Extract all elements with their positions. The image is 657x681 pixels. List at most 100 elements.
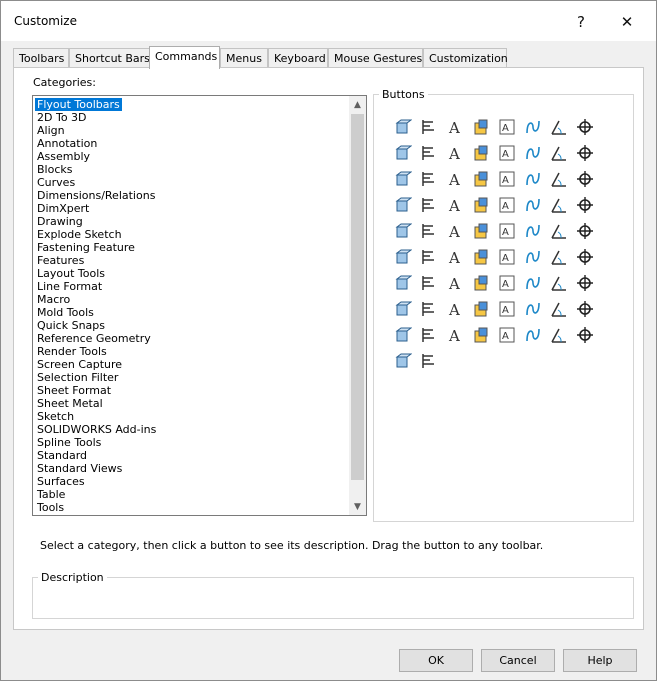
ellipse-icon[interactable] [522, 246, 544, 268]
arc-icon[interactable]: A [496, 246, 518, 268]
red-cube-icon[interactable] [392, 194, 414, 216]
scroll-up-icon[interactable]: ▲ [349, 96, 366, 113]
blue-cube-icon[interactable] [548, 324, 570, 346]
check-x-icon[interactable]: A [444, 324, 466, 346]
explode-icon[interactable] [418, 272, 440, 294]
buildings-icon[interactable] [418, 350, 440, 372]
tab-commands[interactable]: Commands [149, 46, 220, 69]
tab-mouse-gestures[interactable]: Mouse Gestures [328, 48, 423, 68]
insert-block-icon[interactable] [418, 142, 440, 164]
import-icon[interactable] [470, 220, 492, 242]
list-item[interactable]: Curves [35, 176, 77, 189]
text-aaa-icon[interactable] [392, 324, 414, 346]
scroll-thumb[interactable] [351, 114, 364, 480]
folder-part-icon[interactable] [470, 298, 492, 320]
ok-button[interactable]: OK [399, 649, 473, 672]
list-item[interactable]: Flyout Toolbars [35, 98, 122, 111]
hole-icon[interactable] [574, 142, 596, 164]
list-item[interactable]: Assembly [35, 150, 92, 163]
cube-view-icon[interactable]: A [444, 142, 466, 164]
help-button[interactable]: Help [563, 649, 637, 672]
sheet-corner-icon[interactable] [574, 168, 596, 190]
save-icon[interactable]: A [496, 220, 518, 242]
document-image-icon[interactable] [470, 168, 492, 190]
crosshair-icon[interactable] [574, 116, 596, 138]
cube-outline-icon[interactable] [392, 272, 414, 294]
list-item[interactable]: Reference Geometry [35, 332, 153, 345]
pattern-grid-icon[interactable]: A [496, 298, 518, 320]
list-item[interactable]: Quick Snaps [35, 319, 107, 332]
stack-icon[interactable] [470, 142, 492, 164]
help-title-button[interactable]: ? [564, 9, 598, 35]
dimension-arrow-icon[interactable] [392, 350, 414, 372]
tab-shortcut-bars[interactable]: Shortcut Bars [69, 48, 150, 68]
list-item[interactable]: Explode Sketch [35, 228, 124, 241]
open-file-icon[interactable] [418, 220, 440, 242]
fillet-icon[interactable] [574, 246, 596, 268]
list-item[interactable]: Sheet Metal [35, 397, 105, 410]
scroll-down-icon[interactable]: ▼ [349, 498, 366, 515]
flyout-3d-cube-icon[interactable] [392, 116, 414, 138]
colored-cube-icon[interactable] [470, 116, 492, 138]
list-item[interactable]: Align [35, 124, 67, 137]
list-item[interactable]: Annotation [35, 137, 99, 150]
tab-menus[interactable]: Menus [220, 48, 268, 68]
color-bars-icon[interactable] [522, 142, 544, 164]
gear-icon[interactable] [548, 220, 570, 242]
page-icon[interactable]: A [444, 220, 466, 242]
part-icon[interactable] [548, 272, 570, 294]
categories-listbox[interactable]: Flyout Toolbars 2D To 3D Align Annotatio… [32, 95, 367, 516]
move-arrow-icon[interactable]: A [444, 272, 466, 294]
grid-table-icon[interactable] [548, 194, 570, 216]
list-item[interactable]: Surfaces [35, 475, 87, 488]
list-item[interactable]: 2D To 3D [35, 111, 89, 124]
mold-icon[interactable] [522, 298, 544, 320]
circle-dot-icon[interactable] [392, 168, 414, 190]
monitor-icon[interactable] [418, 324, 440, 346]
point-axis-icon[interactable]: A [496, 272, 518, 294]
bend-icon[interactable]: A [444, 298, 466, 320]
list-item[interactable]: Fastening Feature [35, 241, 137, 254]
tab-keyboard[interactable]: Keyboard [268, 48, 328, 68]
list-item[interactable]: Line Format [35, 280, 104, 293]
list-item[interactable]: Standard [35, 449, 89, 462]
note-icon[interactable]: A [496, 116, 518, 138]
text-style-icon[interactable]: A [444, 116, 466, 138]
list-item[interactable]: DimXpert [35, 202, 91, 215]
curve-icon[interactable] [522, 116, 544, 138]
list-item[interactable]: Sheet Format [35, 384, 113, 397]
bolt-icon[interactable] [548, 298, 570, 320]
circle-icon[interactable] [470, 246, 492, 268]
align-left-icon[interactable] [418, 116, 440, 138]
list-item[interactable]: Tools [35, 501, 66, 514]
list-item[interactable]: SOLIDWORKS Add-ins [35, 423, 158, 436]
plane-icon[interactable]: A [496, 142, 518, 164]
list-item[interactable]: Table [35, 488, 67, 501]
tab-customization[interactable]: Customization [423, 48, 508, 68]
list-item[interactable]: Screen Capture [35, 358, 124, 371]
line-icon[interactable] [392, 246, 414, 268]
paste-icon[interactable] [470, 194, 492, 216]
document-arrow-icon[interactable] [548, 142, 570, 164]
swap-arrows-icon[interactable] [574, 298, 596, 320]
list-item[interactable]: Features [35, 254, 86, 267]
rectangle-icon[interactable] [418, 246, 440, 268]
close-button[interactable]: ✕ [610, 9, 644, 35]
vertical-scrollbar[interactable]: ▲ ▼ [349, 96, 366, 515]
layered-cube-icon[interactable]: A [496, 324, 518, 346]
open-folder-icon[interactable]: A [496, 194, 518, 216]
list-item[interactable]: Sketch [35, 410, 76, 423]
blank-page-icon[interactable]: A [444, 194, 466, 216]
linear-pattern-icon[interactable] [418, 298, 440, 320]
fastener-icon[interactable] [470, 324, 492, 346]
cancel-button[interactable]: Cancel [481, 649, 555, 672]
list-item[interactable]: Drawing [35, 215, 85, 228]
save-block-icon[interactable] [392, 142, 414, 164]
spline-curve-icon[interactable] [418, 194, 440, 216]
reference-plane-icon[interactable] [418, 168, 440, 190]
angle-dimension-icon[interactable] [548, 116, 570, 138]
tab-toolbars[interactable]: Toolbars [13, 48, 69, 68]
table-icon[interactable] [522, 168, 544, 190]
color-wheel-icon[interactable]: A [444, 168, 466, 190]
list-item[interactable]: Standard Views [35, 462, 124, 475]
